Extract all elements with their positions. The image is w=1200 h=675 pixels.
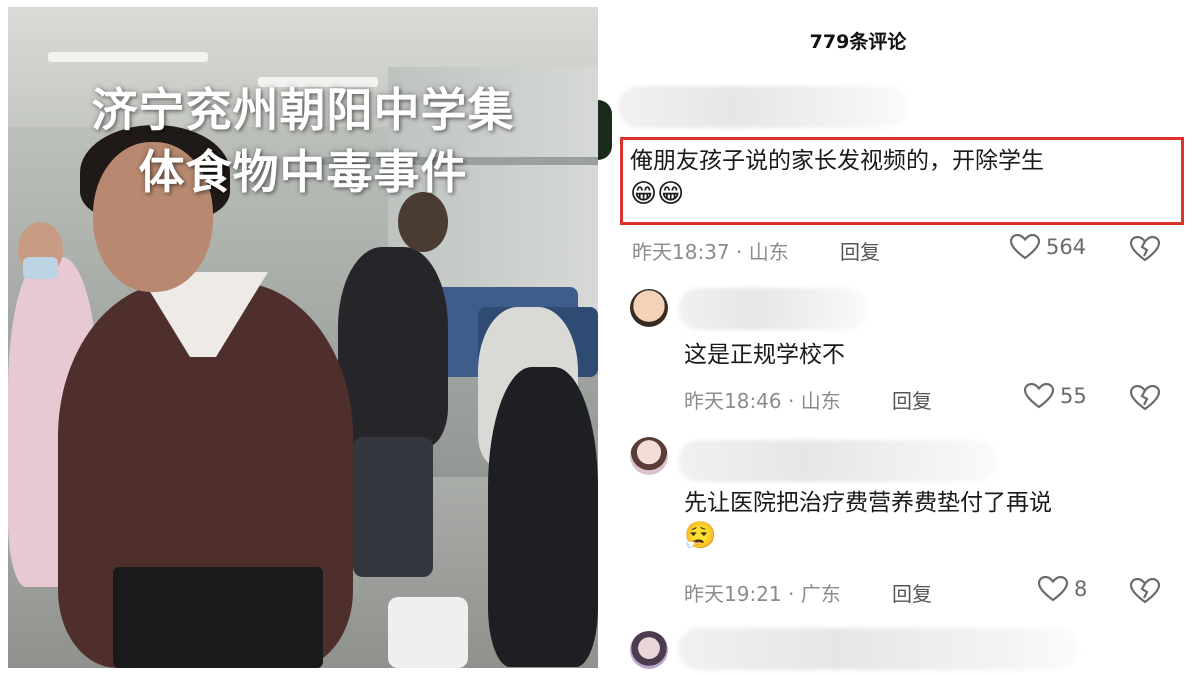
girl-avatar-icon[interactable] — [630, 437, 668, 475]
man-legs — [353, 437, 433, 577]
like-count: 564 — [1046, 235, 1087, 259]
comments-count-title: 779条评论 — [809, 31, 907, 53]
blurred-username — [618, 86, 908, 128]
avatar[interactable] — [598, 100, 612, 160]
blurred-username — [678, 628, 1078, 670]
reply-button[interactable]: 回复 — [840, 236, 880, 265]
seated-person — [488, 367, 598, 667]
heart-icon — [1038, 576, 1068, 602]
man-figure — [338, 247, 448, 447]
like-count: 55 — [1060, 384, 1087, 408]
comment-text: 俺朋友孩子说的家长发视频的，开除学生 😁😁 — [630, 148, 1044, 209]
blurred-username — [678, 288, 868, 330]
reply-button[interactable]: 回复 — [892, 578, 932, 607]
overlay-line-2: 体食物中毒事件 — [138, 145, 468, 199]
face-mask — [23, 257, 58, 279]
comment-timestamp: 昨天18:46 · 山东 — [684, 389, 841, 413]
grin-emoji-icon: 😁😁 — [630, 179, 685, 209]
dislike-icon[interactable] — [1130, 236, 1160, 262]
comment-text: 这是正规学校不 — [684, 342, 845, 368]
like-count: 8 — [1074, 577, 1088, 601]
ceiling-light — [48, 52, 208, 62]
heart-icon — [1024, 383, 1054, 409]
blurred-username — [678, 440, 998, 482]
comments-panel: 779条评论 俺朋友孩子说的家长发视频的，开除学生 😁😁 昨天18:37 · 山… — [598, 0, 1200, 675]
reply-button[interactable]: 回复 — [892, 385, 932, 414]
dislike-icon[interactable] — [1130, 385, 1160, 411]
exhale-emoji-icon: 😮‍💨 — [684, 521, 717, 551]
woman-pants — [113, 567, 323, 668]
like-button[interactable]: 55 — [1024, 383, 1087, 409]
baby-avatar-icon[interactable] — [630, 289, 668, 327]
comment-timestamp: 昨天18:37 · 山东 — [632, 240, 789, 264]
comment-text: 先让医院把治疗费营养费垫付了再说 😮‍💨 — [684, 490, 1052, 551]
plastic-bag — [388, 597, 468, 668]
comment-timestamp: 昨天19:21 · 广东 — [684, 582, 841, 606]
like-button[interactable]: 564 — [1010, 234, 1086, 260]
like-button[interactable]: 8 — [1038, 576, 1087, 602]
video-frame[interactable]: 济宁兖州朝阳中学集 体食物中毒事件 — [8, 7, 598, 668]
video-overlay-title: 济宁兖州朝阳中学集 体食物中毒事件 — [8, 79, 598, 203]
overlay-line-1: 济宁兖州朝阳中学集 — [91, 83, 515, 137]
dislike-icon[interactable] — [1130, 578, 1160, 604]
girl-avatar-icon[interactable] — [630, 631, 668, 669]
heart-icon — [1010, 234, 1040, 260]
